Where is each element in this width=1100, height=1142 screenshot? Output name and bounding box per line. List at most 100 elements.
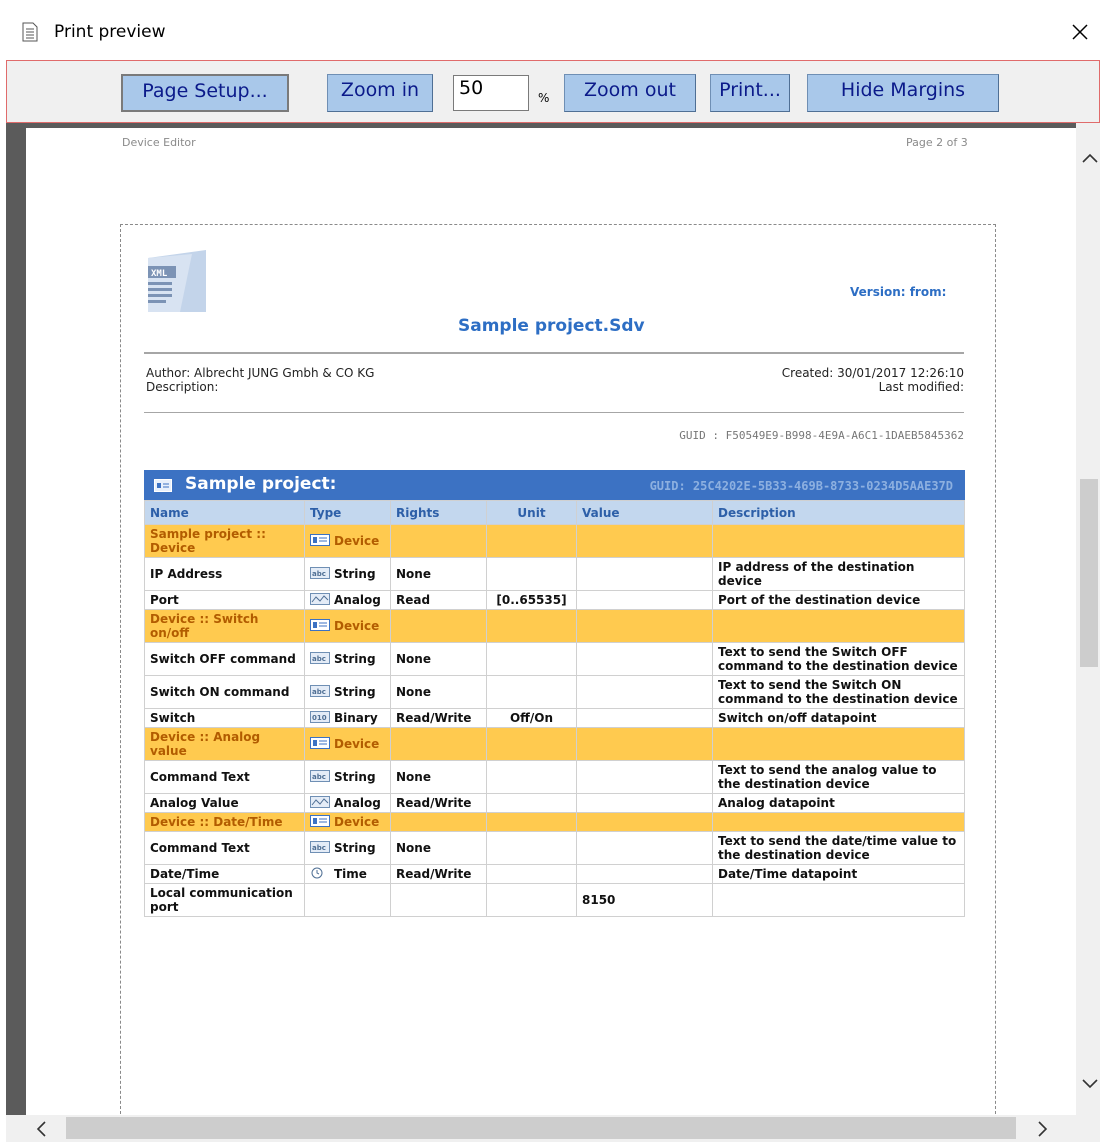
string-type-icon: abc bbox=[310, 770, 330, 782]
type-cell: Device bbox=[304, 524, 391, 558]
string-type-icon: abc bbox=[310, 685, 330, 697]
table-row: IP Address abc String None IP address of the… bbox=[144, 557, 965, 591]
column-header-unit: Unit bbox=[486, 500, 577, 525]
description-cell: Text to send the analog value to the des… bbox=[712, 760, 965, 794]
device-type-icon bbox=[310, 619, 330, 631]
column-header-description: Description bbox=[712, 500, 965, 525]
type-cell: abc String bbox=[304, 760, 391, 794]
column-header-type: Type bbox=[304, 500, 391, 525]
type-label: Analog bbox=[334, 593, 381, 607]
type-label: String bbox=[334, 567, 376, 581]
group-row: Device :: Date/Time Device bbox=[144, 812, 965, 832]
name-cell: Command Text bbox=[144, 831, 305, 865]
type-label: Time bbox=[334, 867, 367, 881]
svg-text:010: 010 bbox=[312, 714, 327, 722]
table-row: Switch 010 Binary Read/Write Off/On Switch on… bbox=[144, 708, 965, 728]
rights-cell: None bbox=[390, 831, 487, 865]
divider bbox=[144, 352, 964, 354]
group-name-cell: Device :: Switch on/off bbox=[144, 609, 305, 643]
svg-text:abc: abc bbox=[312, 570, 326, 578]
close-icon[interactable] bbox=[1062, 14, 1098, 50]
svg-text:abc: abc bbox=[312, 655, 326, 663]
svg-text:abc: abc bbox=[312, 844, 326, 852]
type-cell: abc String bbox=[304, 642, 391, 676]
analog-type-icon bbox=[310, 593, 330, 605]
zoom-input[interactable]: 50 bbox=[453, 75, 529, 111]
table-row: Port Analog Read [0..65535] Port of the dest… bbox=[144, 590, 965, 610]
description-cell: Analog datapoint bbox=[712, 793, 965, 813]
name-cell: Port bbox=[144, 590, 305, 610]
type-cell: Analog bbox=[304, 590, 391, 610]
horizontal-scrollbar[interactable] bbox=[6, 1115, 1100, 1142]
table-row: Switch ON command abc String None Text to se… bbox=[144, 675, 965, 709]
type-label: Device bbox=[334, 534, 380, 548]
svg-text:XML: XML bbox=[151, 269, 168, 279]
value-cell bbox=[576, 793, 713, 813]
scroll-up-icon[interactable] bbox=[1080, 149, 1100, 169]
hide-margins-button[interactable]: Hide Margins bbox=[807, 74, 999, 112]
description-cell: Text to send the date/time value to the … bbox=[712, 831, 965, 865]
value-cell bbox=[576, 557, 713, 591]
version-label: Version: from: bbox=[850, 285, 947, 299]
preview-toolbar: Page Setup... Zoom in 50 % Zoom out Prin… bbox=[6, 60, 1100, 123]
type-label: Analog bbox=[334, 796, 381, 810]
last-modified-text: Last modified: bbox=[878, 380, 964, 394]
unit-cell: Off/On bbox=[486, 708, 577, 728]
device-type-icon bbox=[310, 815, 330, 827]
unit-cell bbox=[486, 642, 577, 676]
unit-cell bbox=[486, 557, 577, 591]
rights-cell: Read/Write bbox=[390, 793, 487, 813]
table-row: Local communication port 8150 bbox=[144, 883, 965, 917]
description-cell bbox=[712, 883, 965, 917]
print-button[interactable]: Print... bbox=[710, 74, 790, 112]
name-cell: Date/Time bbox=[144, 864, 305, 884]
svg-text:abc: abc bbox=[312, 688, 326, 696]
value-cell bbox=[576, 642, 713, 676]
group-row: Device :: Switch on/off Device bbox=[144, 609, 965, 643]
table-row: Command Text abc String None Text to send th… bbox=[144, 760, 965, 794]
type-label: Device bbox=[334, 737, 380, 751]
group-name-cell: Sample project :: Device bbox=[144, 524, 305, 558]
scroll-down-icon[interactable] bbox=[1080, 1073, 1100, 1093]
unit-cell bbox=[486, 760, 577, 794]
scroll-right-icon[interactable] bbox=[1032, 1119, 1052, 1139]
group-row: Device :: Analog value Device bbox=[144, 727, 965, 761]
horizontal-scroll-thumb[interactable] bbox=[66, 1117, 1016, 1139]
page-setup-button[interactable]: Page Setup... bbox=[121, 74, 289, 112]
zoom-out-button[interactable]: Zoom out bbox=[564, 74, 696, 112]
string-type-icon: abc bbox=[310, 567, 330, 579]
table-row: Switch OFF command abc String None Text to s… bbox=[144, 642, 965, 676]
unit-cell bbox=[486, 831, 577, 865]
xml-document-icon: XML bbox=[148, 250, 206, 312]
datapoint-table: Name Type Rights Unit Value Description … bbox=[144, 500, 965, 917]
page-header-right: Page 2 of 3 bbox=[906, 136, 968, 149]
analog-type-icon bbox=[310, 796, 330, 808]
page-header-left: Device Editor bbox=[122, 136, 196, 149]
zoom-unit-label: % bbox=[538, 91, 550, 105]
zoom-in-button[interactable]: Zoom in bbox=[327, 74, 433, 112]
type-cell: Analog bbox=[304, 793, 391, 813]
rights-cell: Read bbox=[390, 590, 487, 610]
type-cell bbox=[304, 883, 391, 917]
svg-text:abc: abc bbox=[312, 773, 326, 781]
project-file-title: Sample project.Sdv bbox=[458, 316, 645, 336]
table-row: Date/Time Time Read/Write Date/Time datapoi… bbox=[144, 864, 965, 884]
clock-type-icon bbox=[311, 867, 323, 879]
rights-cell bbox=[390, 883, 487, 917]
type-label: Device bbox=[334, 619, 380, 633]
vertical-scroll-thumb[interactable] bbox=[1080, 479, 1098, 667]
preview-area: Device Editor Page 2 of 3 XML Version: f… bbox=[6, 123, 1076, 1115]
type-label: String bbox=[334, 652, 376, 666]
value-cell bbox=[576, 760, 713, 794]
column-header-value: Value bbox=[576, 500, 713, 525]
scroll-left-icon[interactable] bbox=[32, 1119, 52, 1139]
name-cell: Switch OFF command bbox=[144, 642, 305, 676]
device-icon bbox=[154, 479, 172, 492]
type-cell: Device bbox=[304, 727, 391, 761]
description-cell: Text to send the Switch ON command to th… bbox=[712, 675, 965, 709]
type-label: Device bbox=[334, 815, 380, 829]
value-cell bbox=[576, 864, 713, 884]
preview-page: Device Editor Page 2 of 3 XML Version: f… bbox=[26, 128, 1076, 1115]
vertical-scrollbar[interactable] bbox=[1076, 123, 1100, 1115]
title-bar: Print preview bbox=[0, 0, 1100, 60]
